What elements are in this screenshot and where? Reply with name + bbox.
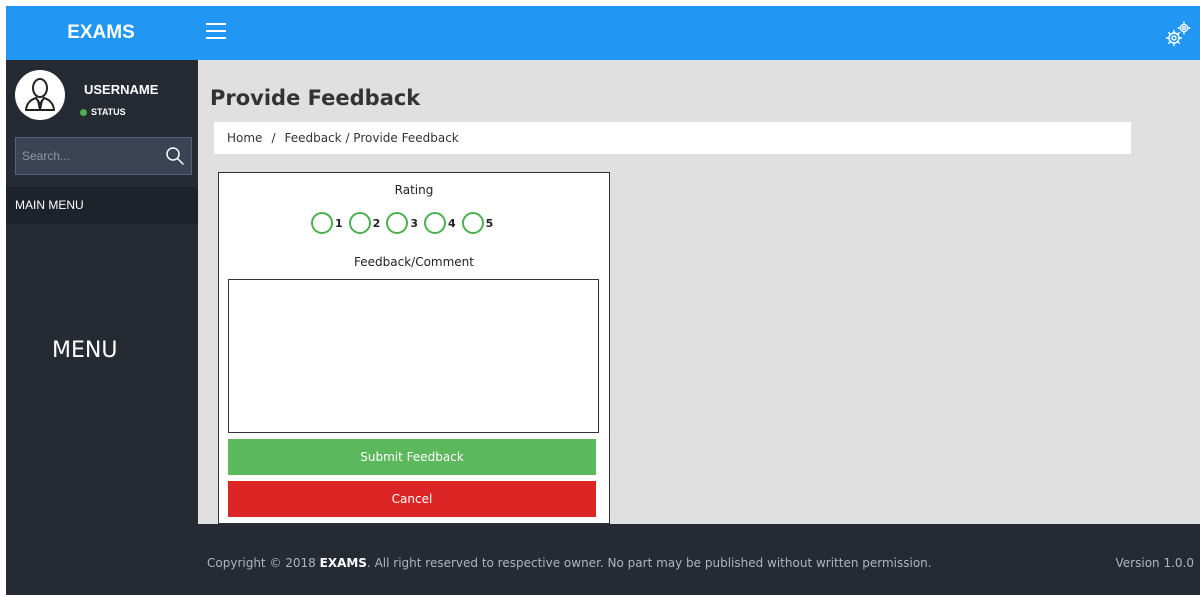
- rating-option-label: 3: [410, 216, 418, 230]
- rating-option-3[interactable]: 3: [386, 212, 418, 234]
- submit-feedback-button[interactable]: Submit Feedback: [228, 439, 596, 475]
- copyright-prefix: Copyright © 2018: [207, 556, 320, 570]
- rating-option-2[interactable]: 2: [348, 212, 381, 234]
- copyright-suffix: . All right reserved to respective owner…: [366, 556, 932, 570]
- rating-option-4[interactable]: 4: [423, 212, 456, 234]
- rating-option-label: 2: [372, 216, 381, 230]
- footer-copyright: Copyright © 2018 EXAMS. All right reserv…: [207, 556, 932, 570]
- hamburger-icon[interactable]: [206, 23, 226, 39]
- brand-logo[interactable]: EXAMS: [6, 6, 196, 60]
- rating-option-label: 4: [447, 216, 456, 230]
- radio-button[interactable]: [386, 212, 409, 234]
- radio-button[interactable]: [348, 212, 371, 234]
- version-label: Version 1.0.0: [1115, 556, 1194, 570]
- breadcrumb-separator: /: [271, 131, 276, 145]
- radio-button[interactable]: [461, 212, 484, 234]
- avatar[interactable]: [15, 70, 65, 120]
- username-label: USERNAME: [84, 82, 159, 97]
- breadcrumb-current: Feedback / Provide Feedback: [284, 131, 459, 145]
- rating-option-label: 5: [485, 216, 494, 230]
- rating-options: 1 2 3 4 5: [311, 211, 499, 235]
- comment-label: Feedback/Comment: [354, 255, 474, 269]
- feedback-form: Rating 1 2 3 4 5 Feedback/Comment Submit…: [218, 172, 610, 524]
- radio-button[interactable]: [423, 212, 446, 234]
- main-menu-header: MAIN MENU: [6, 187, 198, 224]
- user-status: STATUS: [80, 107, 126, 117]
- search-input[interactable]: [16, 138, 166, 174]
- page-title: Provide Feedback: [210, 86, 421, 110]
- breadcrumb-home-link[interactable]: Home: [227, 131, 262, 145]
- main-content: Provide Feedback Home / Feedback / Provide…: [198, 60, 1200, 524]
- radio-button[interactable]: [311, 212, 333, 234]
- rating-option-1[interactable]: 1: [311, 212, 343, 234]
- app-window: EXAMS USERNAME STATUS Search... MAIN MEN…: [6, 6, 1200, 595]
- user-avatar-icon: [24, 78, 56, 111]
- status-label: STATUS: [91, 107, 126, 117]
- sidebar: USERNAME STATUS MAIN MENU MENU: [6, 60, 198, 540]
- status-dot-icon: [80, 108, 87, 116]
- breadcrumb: Home / Feedback / Provide Feedback: [214, 122, 1131, 154]
- top-bar: EXAMS: [6, 6, 1200, 60]
- gears-icon[interactable]: [1164, 20, 1192, 48]
- cancel-button[interactable]: Cancel: [228, 481, 596, 517]
- search-box: [15, 137, 192, 175]
- rating-option-label: 1: [335, 216, 343, 230]
- comment-textarea[interactable]: [228, 279, 599, 433]
- search-icon[interactable]: [165, 146, 185, 166]
- copyright-brand: EXAMS: [319, 556, 367, 570]
- rating-option-5[interactable]: 5: [461, 212, 494, 234]
- menu-placeholder: MENU: [52, 338, 118, 363]
- rating-label: Rating: [394, 183, 434, 197]
